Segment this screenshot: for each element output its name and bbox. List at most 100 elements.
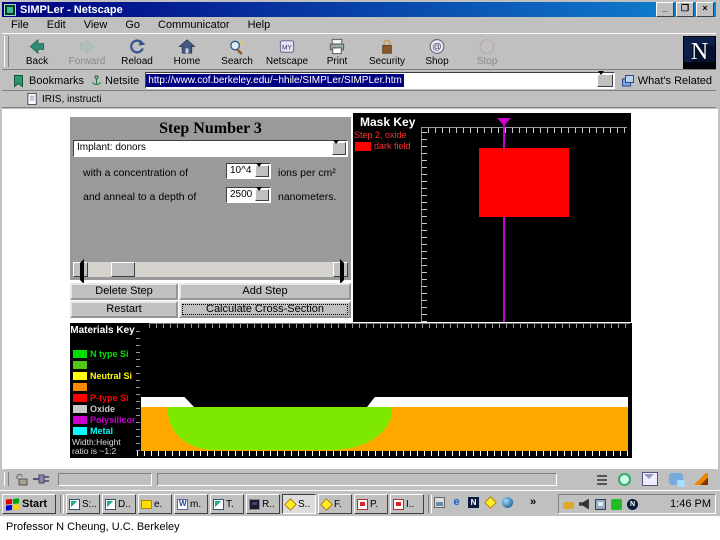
scrollbar-thumb[interactable]: [111, 262, 135, 277]
material-row-ptype-light: [73, 382, 90, 392]
personal-bookmark-iris[interactable]: IRIS, instructi: [42, 94, 101, 105]
material-swatch: [73, 372, 87, 380]
network-icon[interactable]: [595, 498, 606, 510]
search-button[interactable]: Search: [212, 34, 262, 69]
task-button-4[interactable]: m.: [174, 494, 208, 514]
slide-caption: Professor N Cheung, U.C. Berkeley: [6, 521, 180, 533]
cross-section-panel: [135, 323, 632, 458]
task-button-9[interactable]: P.: [354, 494, 388, 514]
material-row-neutral: Neutral Si: [73, 371, 132, 381]
url-field[interactable]: http://www.cof.berkeley.edu/~hhile/SIMPL…: [145, 71, 615, 90]
aspect-ratio-note: Width:Height ratio is ~1:2: [72, 437, 121, 456]
netscape-logo[interactable]: N: [683, 36, 716, 69]
task-button-10[interactable]: I..: [390, 494, 424, 514]
calculate-cross-section-button[interactable]: Calculate Cross-Section: [179, 301, 351, 318]
menu-lines-icon[interactable]: [597, 473, 607, 485]
reload-button[interactable]: Reload: [112, 34, 162, 69]
padlock-open-icon[interactable]: [14, 472, 30, 486]
task-button-6[interactable]: R..: [246, 494, 280, 514]
restore-button[interactable]: ❐: [676, 2, 694, 17]
internet-explorer-icon[interactable]: e: [451, 497, 462, 508]
url-dropdown-button[interactable]: [596, 71, 613, 90]
starburst-icon[interactable]: [484, 496, 497, 509]
depth-select[interactable]: 2500: [226, 187, 271, 205]
scroll-left-button[interactable]: [73, 259, 88, 284]
menu-file[interactable]: File: [2, 18, 38, 32]
whats-related-button[interactable]: What's Related: [617, 74, 716, 88]
task-button-2[interactable]: D..: [102, 494, 136, 514]
step-type-select[interactable]: Implant: donors: [73, 140, 348, 158]
menu-communicator[interactable]: Communicator: [149, 18, 239, 32]
show-desktop-icon[interactable]: [434, 497, 445, 508]
url-text[interactable]: http://www.cof.berkeley.edu/~hhile/SIMPL…: [146, 74, 404, 87]
chevron-down-icon[interactable]: [332, 140, 346, 158]
netscape-doc-icon: [213, 498, 224, 510]
forward-button[interactable]: Forward: [62, 34, 112, 69]
menu-help[interactable]: Help: [239, 18, 280, 32]
discussions-icon[interactable]: [669, 473, 685, 487]
mask-key-panel: Mask Key Step 2, oxide dark field: [353, 113, 631, 322]
mask-dark-field-rect[interactable]: [479, 148, 569, 217]
taskbar-clock[interactable]: 1:46 PM: [670, 498, 711, 510]
add-step-button[interactable]: Add Step: [179, 283, 351, 300]
window-title: SIMPLer - Netscape: [20, 3, 123, 16]
start-button[interactable]: Start: [2, 494, 56, 514]
security-button[interactable]: Security: [362, 34, 412, 69]
concentration-select[interactable]: 10^4: [226, 163, 271, 181]
step-scrollbar[interactable]: [73, 259, 348, 284]
volume-icon[interactable]: [579, 498, 589, 510]
toolbar-grip[interactable]: [4, 36, 9, 67]
material-label: N type Si: [90, 349, 129, 359]
netsite-anchor-icon: [92, 74, 101, 85]
search-icon: [230, 38, 244, 55]
close-button[interactable]: ×: [696, 2, 714, 17]
key-icon[interactable]: [563, 501, 574, 509]
quick-launch-overflow-chevron[interactable]: »: [530, 496, 536, 508]
task-button-8[interactable]: F.: [318, 494, 352, 514]
menu-edit[interactable]: Edit: [38, 18, 75, 32]
word-doc-icon: [177, 498, 188, 510]
n-type-implant-region: [168, 407, 392, 450]
restart-button[interactable]: Restart: [70, 301, 178, 318]
chevron-down-icon[interactable]: [255, 187, 269, 205]
task-button-1[interactable]: S:..: [66, 494, 100, 514]
bookmarks-icon: [14, 74, 23, 87]
globe-icon[interactable]: [502, 497, 513, 508]
back-button[interactable]: Back: [12, 34, 62, 69]
quick-launch: e N: [434, 496, 513, 509]
task-button-5[interactable]: T.: [210, 494, 244, 514]
menu-go[interactable]: Go: [116, 18, 149, 32]
delete-step-button[interactable]: Delete Step: [70, 283, 178, 300]
stop-button[interactable]: Stop: [462, 34, 512, 69]
netscape-icon[interactable]: N: [468, 497, 479, 508]
status-green-icon[interactable]: [611, 498, 622, 510]
status-bar: [2, 468, 718, 489]
shop-button[interactable]: @ Shop: [412, 34, 462, 69]
scroll-right-button[interactable]: [333, 259, 348, 284]
minimize-button[interactable]: _: [656, 2, 674, 17]
netscape-tray-icon[interactable]: N: [627, 498, 638, 510]
mailbox-icon[interactable]: [642, 472, 658, 486]
material-swatch: [73, 427, 87, 435]
print-icon: [329, 38, 345, 54]
home-button[interactable]: Home: [162, 34, 212, 69]
bookmarks-button[interactable]: Bookmarks: [29, 75, 84, 87]
stop-icon: [479, 38, 495, 54]
mask-cursor-handle[interactable]: [497, 118, 511, 126]
material-row-ptype: P-type Si: [73, 393, 129, 403]
oxide-layer-left: [141, 397, 194, 407]
chevron-down-icon[interactable]: [255, 163, 269, 181]
material-swatch: [73, 350, 87, 358]
navigator-icon[interactable]: [618, 472, 631, 486]
status-grip: [4, 472, 9, 486]
menu-view[interactable]: View: [75, 18, 117, 32]
material-swatch: [73, 394, 87, 402]
print-button[interactable]: Print: [312, 34, 362, 69]
my-netscape-button[interactable]: MY Netscape: [262, 34, 312, 69]
task-button-3[interactable]: e.: [138, 494, 172, 514]
security-lock-icon: [382, 39, 392, 54]
task-button-7-active[interactable]: S..: [282, 494, 316, 514]
starburst-icon: [284, 497, 297, 511]
composer-icon[interactable]: [694, 473, 708, 485]
plug-icon[interactable]: [32, 473, 52, 485]
